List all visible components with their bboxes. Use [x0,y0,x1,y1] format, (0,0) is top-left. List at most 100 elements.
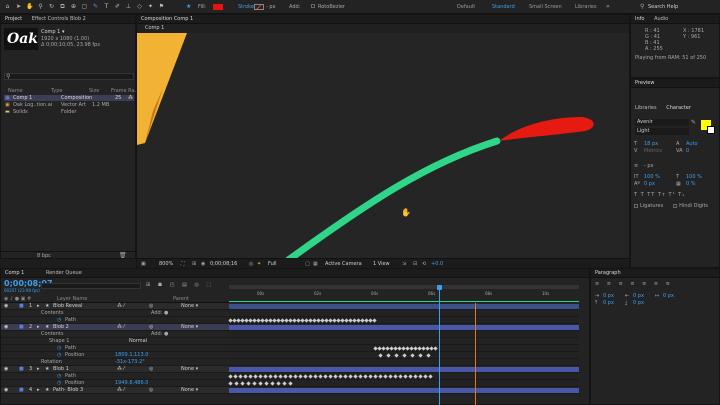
layer-duration-bar[interactable] [229,325,579,330]
reset-exposure-icon[interactable]: ⟲ [422,261,426,267]
keyframe[interactable] [333,374,338,379]
keyframe[interactable] [413,374,418,379]
keyframe[interactable] [270,381,275,386]
keyframe[interactable] [348,374,353,379]
keyframe[interactable] [398,374,403,379]
add-dropdown[interactable]: Add: ● [151,310,168,317]
type-tool-icon[interactable]: T [103,3,110,10]
label-color-icon[interactable]: ■ [19,303,24,310]
stroke-width[interactable]: - px [266,4,276,10]
font-size[interactable]: 18 px [644,141,658,147]
tab-comp[interactable]: Comp 1 [1,269,28,278]
font-family-dropdown[interactable]: Avenir [635,119,689,126]
keyframe[interactable] [233,374,238,379]
layer-row[interactable]: ◉ ■ 2 ▸ ★ Blob 2 ⁂ ⁄ ◎ None ▾ [1,324,229,331]
layer-duration-bar[interactable] [229,388,579,393]
selection-tool-icon[interactable]: ➤ [15,3,22,10]
keyframe[interactable] [418,353,423,358]
keyframe[interactable] [243,374,248,379]
rotobezier-checkbox[interactable] [311,4,315,8]
track-row[interactable] [229,331,579,338]
transparency-icon[interactable]: ▦ [313,261,318,267]
comp-name[interactable]: Comp 1 ▾ [41,29,64,35]
workspace-menu-icon[interactable]: » [606,3,610,10]
ligatures-checkbox[interactable] [634,203,638,208]
grid-icon[interactable]: ⊞ [192,261,196,267]
flowchart-icon[interactable]: ⊟ [413,261,417,267]
hindi-checkbox[interactable] [673,203,678,208]
stopwatch-icon[interactable]: ◷ [57,373,61,380]
layer-duration-bar[interactable] [229,367,579,372]
property-row[interactable]: ◷ Position 1949.8,486.0 [1,380,229,387]
vertical-scale[interactable]: 100 % [644,174,660,180]
region-icon[interactable]: ▢ [305,261,310,267]
kerning[interactable]: Metrics [644,148,662,154]
keyframe[interactable] [248,374,253,379]
track-row[interactable] [229,338,579,345]
horizontal-scale[interactable]: 100 % [686,174,702,180]
visibility-icon[interactable]: ◉ [4,387,8,394]
hand-tool-icon[interactable]: ✋ [26,3,33,10]
fill-swatch[interactable] [213,4,223,10]
resolution-dropdown[interactable]: Full [268,261,277,267]
switches-icon[interactable]: ⁂ ⁄ [117,366,124,373]
keyframe[interactable] [288,374,293,379]
keyframe[interactable] [273,374,278,379]
tsume[interactable]: 0 % [686,181,696,187]
ram-preview-icon[interactable]: ▣ [141,261,146,267]
pen-tool-icon[interactable]: ✎ [92,3,99,10]
keyframe[interactable] [298,374,303,379]
workspace-default[interactable]: Default [457,4,475,10]
keyframe[interactable] [238,374,243,379]
trash-icon[interactable]: 🗑 [119,252,127,259]
layer-name[interactable]: Blob 1 [53,366,69,373]
stroke-swatch[interactable] [254,4,264,10]
keyframe[interactable] [423,374,428,379]
property-row[interactable]: ◷ Path [1,345,229,352]
keyframe[interactable] [402,353,407,358]
camera-tool-icon[interactable]: ⧉ [59,3,66,10]
switches-icon[interactable]: ⁂ ⁄ [117,303,124,310]
space-before[interactable]: 0 px [603,300,614,306]
work-area-bar[interactable] [229,285,579,289]
tab-libraries[interactable]: Libraries [631,104,661,113]
keyframe[interactable] [278,374,283,379]
stopwatch-icon[interactable]: ◷ [57,317,61,324]
text-style-buttons[interactable]: T T TT Tт T¹ T₁ [634,192,720,199]
keyframe[interactable] [303,374,308,379]
visibility-icon[interactable]: ◉ [4,324,8,331]
workspace-standard[interactable]: Standard [492,4,515,10]
project-search-input[interactable]: ⚲ [4,73,134,80]
tracking[interactable]: 0 [686,148,689,154]
col-layer-name[interactable]: Layer Name [57,296,87,303]
track-row[interactable] [229,387,579,394]
keyframe[interactable] [393,374,398,379]
keyframe[interactable] [308,374,313,379]
camera-dropdown[interactable]: Active Camera [325,261,362,267]
char-stroke-width[interactable]: - px [644,163,654,169]
keyframe[interactable] [283,374,288,379]
keyframe[interactable] [318,374,323,379]
label-color-icon[interactable]: ■ [19,366,24,373]
property-row[interactable]: Rotation -31x-173.2° [1,359,229,366]
keyframe[interactable] [328,374,333,379]
track-row[interactable] [229,301,579,310]
keyframe[interactable] [386,353,391,358]
track-row[interactable] [228,380,579,387]
pan-behind-icon[interactable]: ⊕ [70,3,77,10]
keyframe[interactable] [293,374,298,379]
visibility-icon[interactable]: ◉ [4,366,8,373]
keyframe[interactable] [358,374,363,379]
property-row[interactable]: Contents Add: ● [1,310,229,317]
workspace-small-screen[interactable]: Small Screen [529,4,562,10]
camera-icon[interactable]: ◉ [201,261,205,267]
layer-row[interactable]: ◉ ■ 1 ▸ ★ Blob Reveal ⁂ ⁄ ◎ None ▾ [1,303,229,310]
track-row[interactable] [229,345,579,352]
keyframe[interactable] [323,374,328,379]
first-line-indent[interactable]: 0 px [663,293,674,299]
add-label[interactable]: Add: [289,4,300,10]
add-dropdown[interactable]: Add: ● [151,331,168,338]
composition-viewer[interactable]: ✋ [137,33,629,258]
keyframe[interactable] [264,381,269,386]
project-item[interactable]: ▦ Comp 1 Composition 25 ⁂ [4,95,134,101]
